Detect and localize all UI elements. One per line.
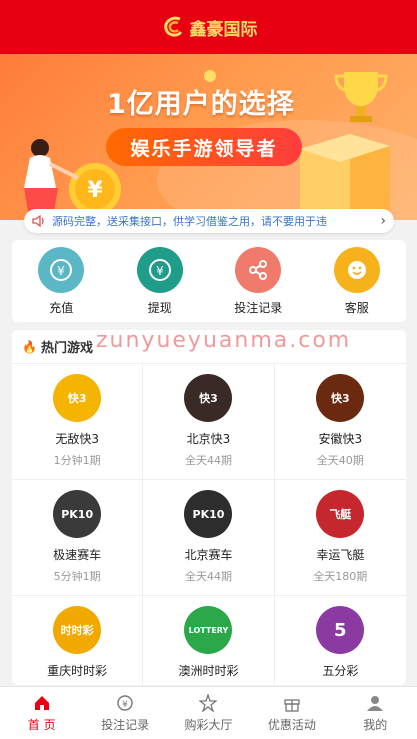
game-tile[interactable]: LOTTERY 澳洲时时彩 [143,596,275,685]
quick-action-bet-record[interactable]: 投注记录 [213,246,303,316]
notice-text: 源码完整，送采集接口，供学习借鉴之用，请不要用于违 [52,215,327,228]
speaker-icon [32,214,44,228]
app-root: 鑫豪国际 ¥ 1亿用户的选择 娱乐手游领导者 源码完整，送采集接口，供学习借鉴之… [0,0,417,739]
tab-label: 购彩大厅 [184,717,233,732]
game-tile[interactable]: 快3 安徽快3 全天40期 [274,364,406,480]
game-tile[interactable]: 飞艇 幸运飞艇 全天180期 [274,480,406,596]
lottery-hall-icon [199,693,218,712]
game-tile[interactable]: 时时彩 重庆时时彩 [12,596,144,685]
svg-text:¥: ¥ [87,178,103,203]
game-tile[interactable]: 快3 北京快3 全天44期 [143,364,275,480]
bet-record-tab-icon: ¥ [117,694,133,711]
game-logo-icon: 快3 [184,374,233,422]
notice-bar[interactable]: 源码完整，送采集接口，供学习借鉴之用，请不要用于违 › [24,209,394,233]
game-logo-icon: 时时彩 [53,606,102,654]
game-logo-icon: PK10 [184,490,233,538]
tab-bet-record[interactable]: ¥ 投注记录 [85,694,165,733]
hot-games-section: 🔥 热门游戏 快3 无敌快3 1分钟1期 快3 北京快3 全天44期 快3 安徽… [12,330,406,685]
game-name: 极速赛车 [53,548,102,562]
quick-action-label: 客服 [344,300,369,315]
game-name: 北京赛车 [184,548,233,562]
game-schedule: 全天44期 [184,570,232,583]
game-tile[interactable]: 5 五分彩 [275,596,406,685]
tab-label: 我的 [363,717,388,732]
game-name: 安徽快3 [318,432,363,446]
game-name: 五分彩 [322,664,359,678]
person-icon [24,139,79,212]
trophy-icon [334,72,388,122]
flame-icon: 🔥 [22,339,37,354]
svg-text:¥: ¥ [156,264,164,278]
quick-action-customer-service[interactable]: 客服 [312,246,402,316]
banner-subtitle: 娱乐手游领导者 [106,128,302,166]
game-tile[interactable]: PK10 北京赛车 全天44期 [143,480,275,596]
withdraw-icon: ¥ [136,246,183,293]
promo-banner[interactable]: ¥ 1亿用户的选择 娱乐手游领导者 [0,54,417,220]
hot-games-title: 热门游戏 [40,341,93,356]
user-icon [367,695,384,711]
customer-service-icon [333,246,380,293]
game-logo-icon: LOTTERY [184,606,233,654]
game-schedule: 全天40期 [316,454,364,467]
home-icon [34,695,49,710]
tab-promotions[interactable]: 优惠活动 [252,694,332,733]
game-name: 幸运飞艇 [316,548,365,562]
hot-games-header: 🔥 热门游戏 [12,330,406,364]
tab-lottery-hall[interactable]: 购彩大厅 [168,693,248,733]
chevron-right-icon[interactable]: › [380,213,386,229]
game-tile[interactable]: 快3 无敌快3 1分钟1期 [12,364,144,480]
quick-action-label: 充值 [49,300,74,315]
bottom-tab-bar: 首 页 ¥ 投注记录 购彩大厅 优惠活动 我的 [0,686,417,739]
tab-label: 投注记录 [101,717,150,732]
brand-logo[interactable]: 鑫豪国际 [160,14,258,40]
game-tile[interactable]: PK10 极速赛车 5分钟1期 [12,480,144,596]
bet-record-icon [235,246,282,293]
tab-profile[interactable]: 我的 [335,694,415,733]
game-schedule: 1分钟1期 [53,454,101,467]
svg-text:¥: ¥ [122,700,128,710]
quick-action-label: 提现 [147,300,172,315]
gift-icon [284,698,300,712]
quick-action-withdraw[interactable]: ¥ 提现 [115,246,205,316]
recharge-icon: ¥ [38,246,85,293]
tab-home[interactable]: 首 页 [2,694,82,733]
brand-logo-icon [163,16,182,37]
tab-label: 首 页 [27,717,56,732]
quick-action-label: 投注记录 [234,300,283,315]
quick-action-recharge[interactable]: ¥ 充值 [16,246,106,316]
game-schedule: 全天180期 [313,570,368,583]
game-logo-icon: 飞艇 [316,490,365,538]
svg-text:¥: ¥ [57,264,65,278]
game-name: 无敌快3 [55,432,99,446]
top-header: 鑫豪国际 [0,0,417,54]
brand-name: 鑫豪国际 [189,19,258,40]
game-logo-icon: 快3 [53,374,102,422]
game-logo-icon: 快3 [316,374,365,422]
game-schedule: 5分钟1期 [53,570,101,583]
game-name: 重庆时时彩 [47,664,108,678]
tab-label: 优惠活动 [267,717,316,732]
coin-icon: ¥ [69,163,121,215]
banner-title: 1亿用户的选择 [107,89,295,120]
game-logo-icon: PK10 [53,490,102,538]
quick-actions: ¥ 充值 ¥ 提现 投注记录 客服 [12,240,406,322]
game-name: 澳洲时时彩 [178,664,239,678]
game-schedule: 全天44期 [184,454,232,467]
game-logo-icon: 5 [316,606,365,654]
game-name: 北京快3 [186,432,231,446]
games-grid: 快3 无敌快3 1分钟1期 快3 北京快3 全天44期 快3 安徽快3 全天40… [12,364,406,685]
